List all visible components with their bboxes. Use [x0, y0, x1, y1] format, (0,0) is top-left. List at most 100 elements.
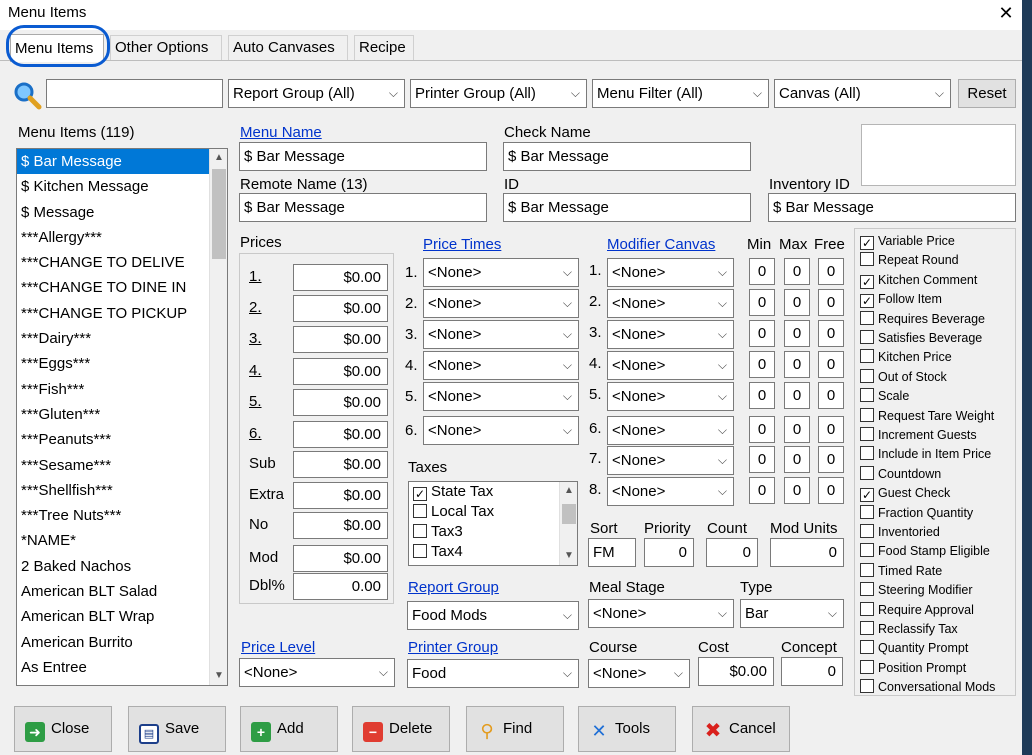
delete-button[interactable]: − Delete — [352, 706, 450, 752]
option-item[interactable]: Kitchen Price — [860, 348, 952, 367]
modifier-free-field[interactable]: 0 — [818, 382, 844, 409]
modifier-min-field[interactable]: 0 — [749, 320, 775, 347]
course-select[interactable]: <None> ⌵ — [588, 659, 690, 688]
list-item[interactable]: ***Eggs*** — [17, 351, 227, 376]
checkbox-icon[interactable] — [860, 427, 874, 441]
price-time-select[interactable]: <None> ⌵ — [423, 320, 579, 349]
modifier-canvas-select[interactable]: <None> ⌵ — [607, 416, 734, 445]
checkbox-icon[interactable] — [860, 582, 874, 597]
add-button[interactable]: + Add — [240, 706, 338, 752]
tab-recipe[interactable]: Recipe — [354, 35, 414, 61]
close-button[interactable]: ➜ Close — [14, 706, 112, 752]
price-time-select[interactable]: <None> ⌵ — [423, 258, 579, 287]
checkbox-icon[interactable] — [413, 524, 427, 538]
checkbox-icon[interactable] — [860, 310, 874, 325]
checkbox-icon[interactable] — [860, 368, 874, 383]
price-field[interactable]: $0.00 — [293, 482, 388, 509]
option-item[interactable]: ✓ Variable Price — [860, 232, 955, 251]
checkbox-icon[interactable] — [860, 252, 874, 267]
option-item[interactable]: Fraction Quantity — [860, 504, 973, 523]
list-item[interactable]: 2 Baked Nachos — [17, 554, 227, 579]
reset-button[interactable]: Reset — [958, 79, 1016, 108]
checkbox-icon[interactable] — [860, 524, 874, 538]
modifier-free-field[interactable]: 0 — [818, 289, 844, 316]
modifier-max-field[interactable]: 0 — [784, 320, 810, 347]
modifier-free-field[interactable]: 0 — [818, 446, 844, 473]
option-item[interactable]: Conversational Mods — [860, 678, 995, 697]
close-window-icon[interactable]: ✕ — [993, 0, 1019, 26]
price-field[interactable]: $0.00 — [293, 545, 388, 572]
checkbox-icon[interactable] — [413, 544, 427, 558]
option-item[interactable]: Require Approval — [860, 601, 974, 620]
modifier-min-field[interactable]: 0 — [749, 382, 775, 409]
modifier-canvas-select[interactable]: <None> ⌵ — [607, 382, 734, 411]
taxes-list[interactable]: ✓ State Tax Local Tax Tax3 Tax4 ▲ ▼ — [408, 481, 578, 566]
modifier-canvas-select[interactable]: <None> ⌵ — [607, 289, 734, 318]
modifier-max-field[interactable]: 0 — [784, 289, 810, 316]
menu-name-label[interactable]: Menu Name — [240, 124, 322, 141]
price-time-select[interactable]: <None> ⌵ — [423, 382, 579, 411]
scroll-down-icon[interactable]: ▼ — [560, 547, 577, 565]
list-item[interactable]: ***Sesame*** — [17, 453, 227, 478]
modifier-max-field[interactable]: 0 — [784, 416, 810, 443]
price-field[interactable]: $0.00 — [293, 389, 388, 416]
option-item[interactable]: Out of Stock — [860, 368, 947, 387]
checkbox-icon[interactable] — [860, 601, 874, 616]
price-level-select[interactable]: <None> ⌵ — [239, 658, 395, 687]
save-button[interactable]: ▤ Save — [128, 706, 226, 752]
list-item[interactable]: ***CHANGE TO DINE IN — [17, 275, 227, 300]
checkbox-icon[interactable] — [860, 330, 874, 344]
checkbox-checked-icon[interactable]: ✓ — [860, 294, 874, 309]
tax-item[interactable]: Local Tax — [409, 502, 577, 522]
option-item[interactable]: ✓ Kitchen Comment — [860, 271, 977, 290]
scroll-thumb[interactable] — [212, 169, 226, 259]
price-time-select[interactable]: <None> ⌵ — [423, 416, 579, 445]
price-field[interactable]: $0.00 — [293, 451, 388, 478]
modifier-min-field[interactable]: 0 — [749, 289, 775, 316]
option-item[interactable]: Position Prompt — [860, 659, 966, 678]
cost-field[interactable]: $0.00 — [698, 657, 774, 686]
price-field[interactable]: $0.00 — [293, 358, 388, 385]
count-field[interactable]: 0 — [706, 538, 758, 567]
modifier-max-field[interactable]: 0 — [784, 446, 810, 473]
option-item[interactable]: Food Stamp Eligible — [860, 542, 990, 561]
option-item[interactable]: Satisfies Beverage — [860, 329, 982, 348]
tab-other-options[interactable]: Other Options — [110, 35, 222, 61]
list-item[interactable]: $ Bar Message — [17, 149, 227, 175]
find-button[interactable]: ⚲ Find — [466, 706, 564, 752]
list-scrollbar[interactable]: ▲ ▼ — [209, 149, 227, 685]
check-name-field[interactable]: $ Bar Message — [503, 142, 751, 171]
option-item[interactable]: Scale — [860, 387, 909, 406]
list-item[interactable]: ***Gluten*** — [17, 402, 227, 427]
list-item[interactable]: As Entree — [17, 655, 227, 680]
printer-group-label[interactable]: Printer Group — [408, 639, 498, 656]
checkbox-icon[interactable] — [860, 640, 874, 655]
checkbox-icon[interactable] — [860, 679, 874, 694]
report-group-filter[interactable]: Report Group (All) ⌵ — [228, 79, 405, 108]
option-item[interactable]: Requires Beverage — [860, 310, 985, 329]
scroll-thumb[interactable] — [562, 504, 576, 524]
list-item[interactable]: American BLT Wrap — [17, 604, 227, 629]
list-item[interactable]: ***CHANGE TO PICKUP — [17, 301, 227, 326]
checkbox-icon[interactable] — [860, 388, 874, 403]
priority-field[interactable]: 0 — [644, 538, 694, 567]
option-item[interactable]: Repeat Round — [860, 251, 959, 270]
list-item[interactable]: ***Shellfish*** — [17, 478, 227, 503]
modifier-free-field[interactable]: 0 — [818, 258, 844, 285]
taxes-scrollbar[interactable]: ▲ ▼ — [559, 482, 577, 565]
checkbox-checked-icon[interactable]: ✓ — [860, 236, 874, 250]
modifier-canvas-select[interactable]: <None> ⌵ — [607, 258, 734, 287]
option-item[interactable]: Request Tare Weight — [860, 407, 994, 426]
price-field[interactable]: $0.00 — [293, 264, 388, 291]
checkbox-icon[interactable] — [860, 543, 874, 558]
sort-field[interactable]: FM — [588, 538, 636, 567]
modifier-min-field[interactable]: 0 — [749, 416, 775, 443]
option-item[interactable]: Quantity Prompt — [860, 639, 968, 658]
canvas-filter[interactable]: Canvas (All) ⌵ — [774, 79, 951, 108]
list-item[interactable]: ***Fish*** — [17, 377, 227, 402]
printer-group-select[interactable]: Food ⌵ — [407, 659, 579, 688]
option-item[interactable]: Inventoried — [860, 523, 940, 542]
modifier-free-field[interactable]: 0 — [818, 416, 844, 443]
tools-button[interactable]: ✕ Tools — [578, 706, 676, 752]
checkbox-icon[interactable] — [860, 504, 874, 519]
